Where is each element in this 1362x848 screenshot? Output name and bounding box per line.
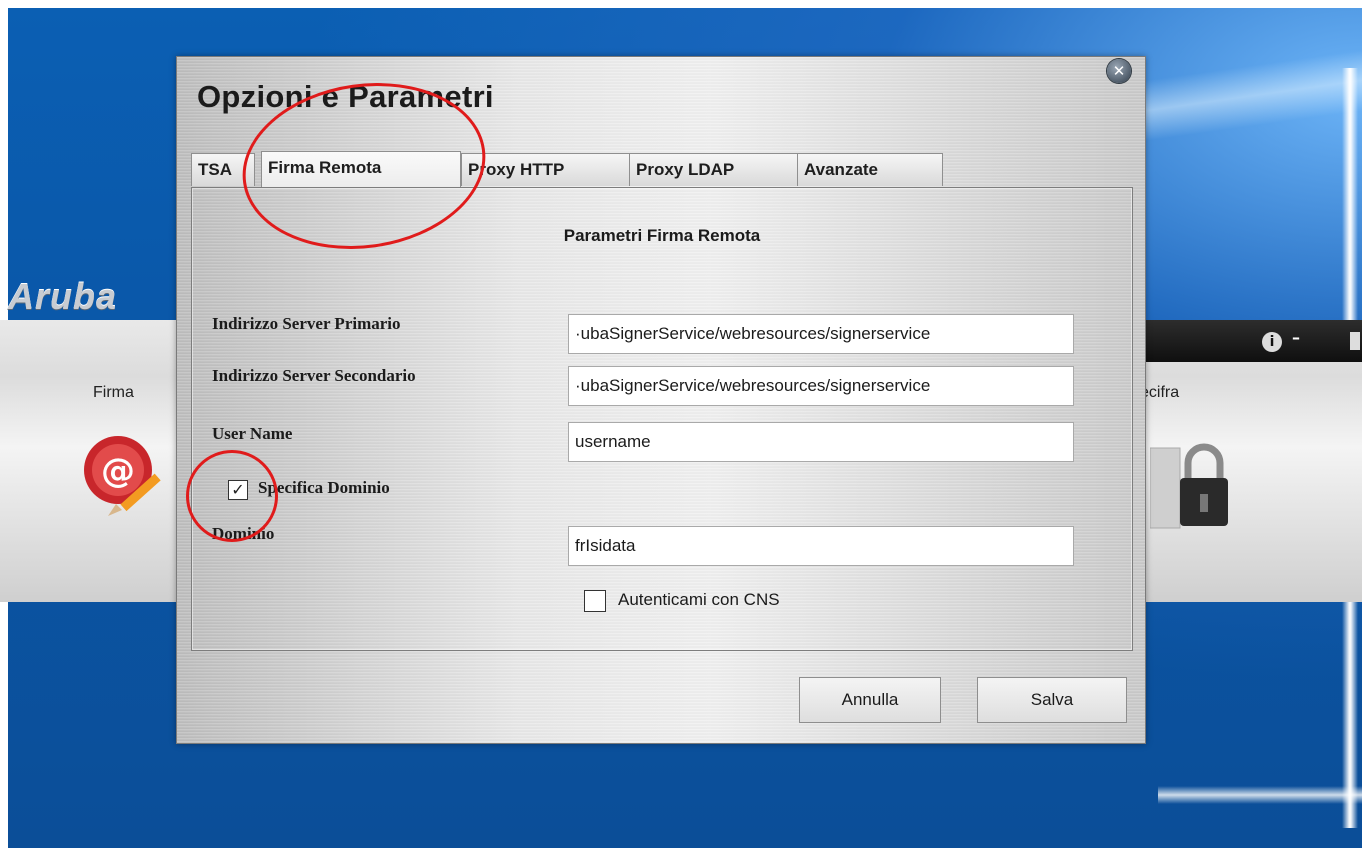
info-icon[interactable]: i [1262,332,1282,352]
annulla-button[interactable]: Annulla [799,677,941,723]
cns-checkbox[interactable] [584,590,606,612]
salva-button[interactable]: Salva [977,677,1127,723]
minimize-icon[interactable]: – [1292,328,1300,347]
tab-avanzate[interactable]: Avanzate [797,153,943,186]
username-label: User Name [212,424,293,443]
dominio-input[interactable]: frIsidata [568,526,1074,566]
primary-server-label: Indirizzo Server Primario [212,314,401,333]
username-input[interactable]: username [568,422,1074,462]
cns-label[interactable]: Autenticami con CNS [618,590,780,610]
padlock-icon[interactable] [1150,438,1230,533]
close-icon[interactable]: ✕ [1107,59,1131,83]
maximize-icon[interactable] [1350,332,1360,350]
tab-proxy-http[interactable]: Proxy HTTP [461,153,633,186]
desktop-light-beam-bottom [1158,786,1362,804]
secondary-server-input[interactable]: ·ubaSignerService/webresources/signerser… [568,366,1074,406]
app-titlebar: i – [1118,320,1362,362]
aruba-logo: Aruba [8,276,118,317]
primary-server-input[interactable]: ·ubaSignerService/webresources/signerser… [568,314,1074,354]
tab-panel-firma-remota: Parametri Firma Remota Indirizzo Server … [191,187,1133,651]
wax-seal-pen-icon[interactable]: @ [78,430,168,520]
svg-text:@: @ [101,451,135,491]
firma-label[interactable]: Firma [93,384,134,402]
secondary-server-label: Indirizzo Server Secondario [212,366,416,385]
tab-proxy-ldap[interactable]: Proxy LDAP [629,153,803,186]
annotation-circle-checkbox [186,450,278,542]
